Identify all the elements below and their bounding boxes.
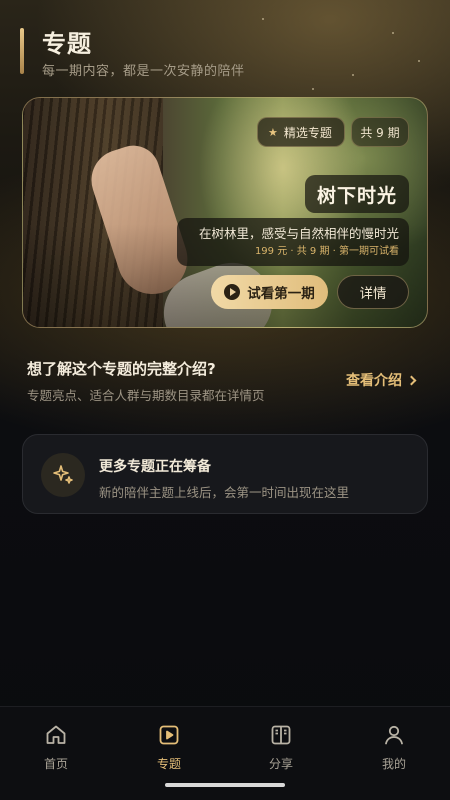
topic-intro-row: 想了解这个专题的完整介绍? 专题亮点、适合人群与期数目录都在详情页 查看介绍 [27,358,425,404]
intro-title: 想了解这个专题的完整介绍? [27,360,216,378]
view-intro-label: 查看介绍 [346,373,402,389]
nav-label-home: 首页 [43,757,68,771]
nav-label-share: 分享 [268,757,293,771]
topic-price-meta: 199 元 · 共 9 期 · 第一期可试看 [254,246,399,257]
nav-label-profile: 我的 [381,757,406,771]
trial-episode-button[interactable]: 试看第一期 [211,275,328,309]
more-topics-card: 更多专题正在筹备 新的陪伴主题上线后，会第一时间出现在这里 [22,434,428,514]
trial-episode-label: 试看第一期 [247,286,315,302]
nav-item-home[interactable]: 首页 [21,723,91,773]
topic-description-box: 在树林里，感受与自然相伴的慢时光 199 元 · 共 9 期 · 第一期可试看 [177,218,409,266]
view-intro-link[interactable]: 查看介绍 [346,370,417,390]
episode-count-badge: 共 9 期 [351,117,409,147]
page-title: 专题 [42,30,92,58]
detail-button[interactable]: 详情 [337,275,409,309]
nav-label-topics: 专题 [156,757,181,771]
home-icon [46,725,66,744]
page-header: 专题 每一期内容，都是一次安静的陪伴 [20,24,430,79]
nav-item-profile[interactable]: 我的 [359,723,429,773]
page-subtitle: 每一期内容，都是一次安静的陪伴 [42,64,245,79]
more-topics-subtitle: 新的陪伴主题上线后，会第一时间出现在这里 [99,485,350,500]
play-circle-icon [224,284,241,300]
nav-item-share[interactable]: 分享 [246,723,316,773]
topic-description: 在树林里，感受与自然相伴的慢时光 [198,226,399,241]
intro-subtitle: 专题亮点、适合人群与期数目录都在详情页 [27,388,265,403]
topic-title: 树下时光 [305,175,409,213]
more-topics-title: 更多专题正在筹备 [99,459,211,475]
star-icon: ★ [268,125,278,139]
nav-item-topics[interactable]: 专题 [134,723,204,773]
featured-topic-card[interactable]: ★ 精选专题 共 9 期 树下时光 在树林里，感受与自然相伴的慢时光 199 元… [22,97,428,328]
featured-badge: ★ 精选专题 [257,117,345,147]
book-icon [271,725,291,745]
header-accent-bar [20,28,24,74]
featured-badge-label: 精选专题 [283,125,332,140]
chevron-right-icon [406,375,417,386]
home-indicator[interactable] [165,783,285,787]
play-square-icon [159,725,179,745]
user-icon [385,725,403,745]
sparkle-icon [41,453,85,497]
